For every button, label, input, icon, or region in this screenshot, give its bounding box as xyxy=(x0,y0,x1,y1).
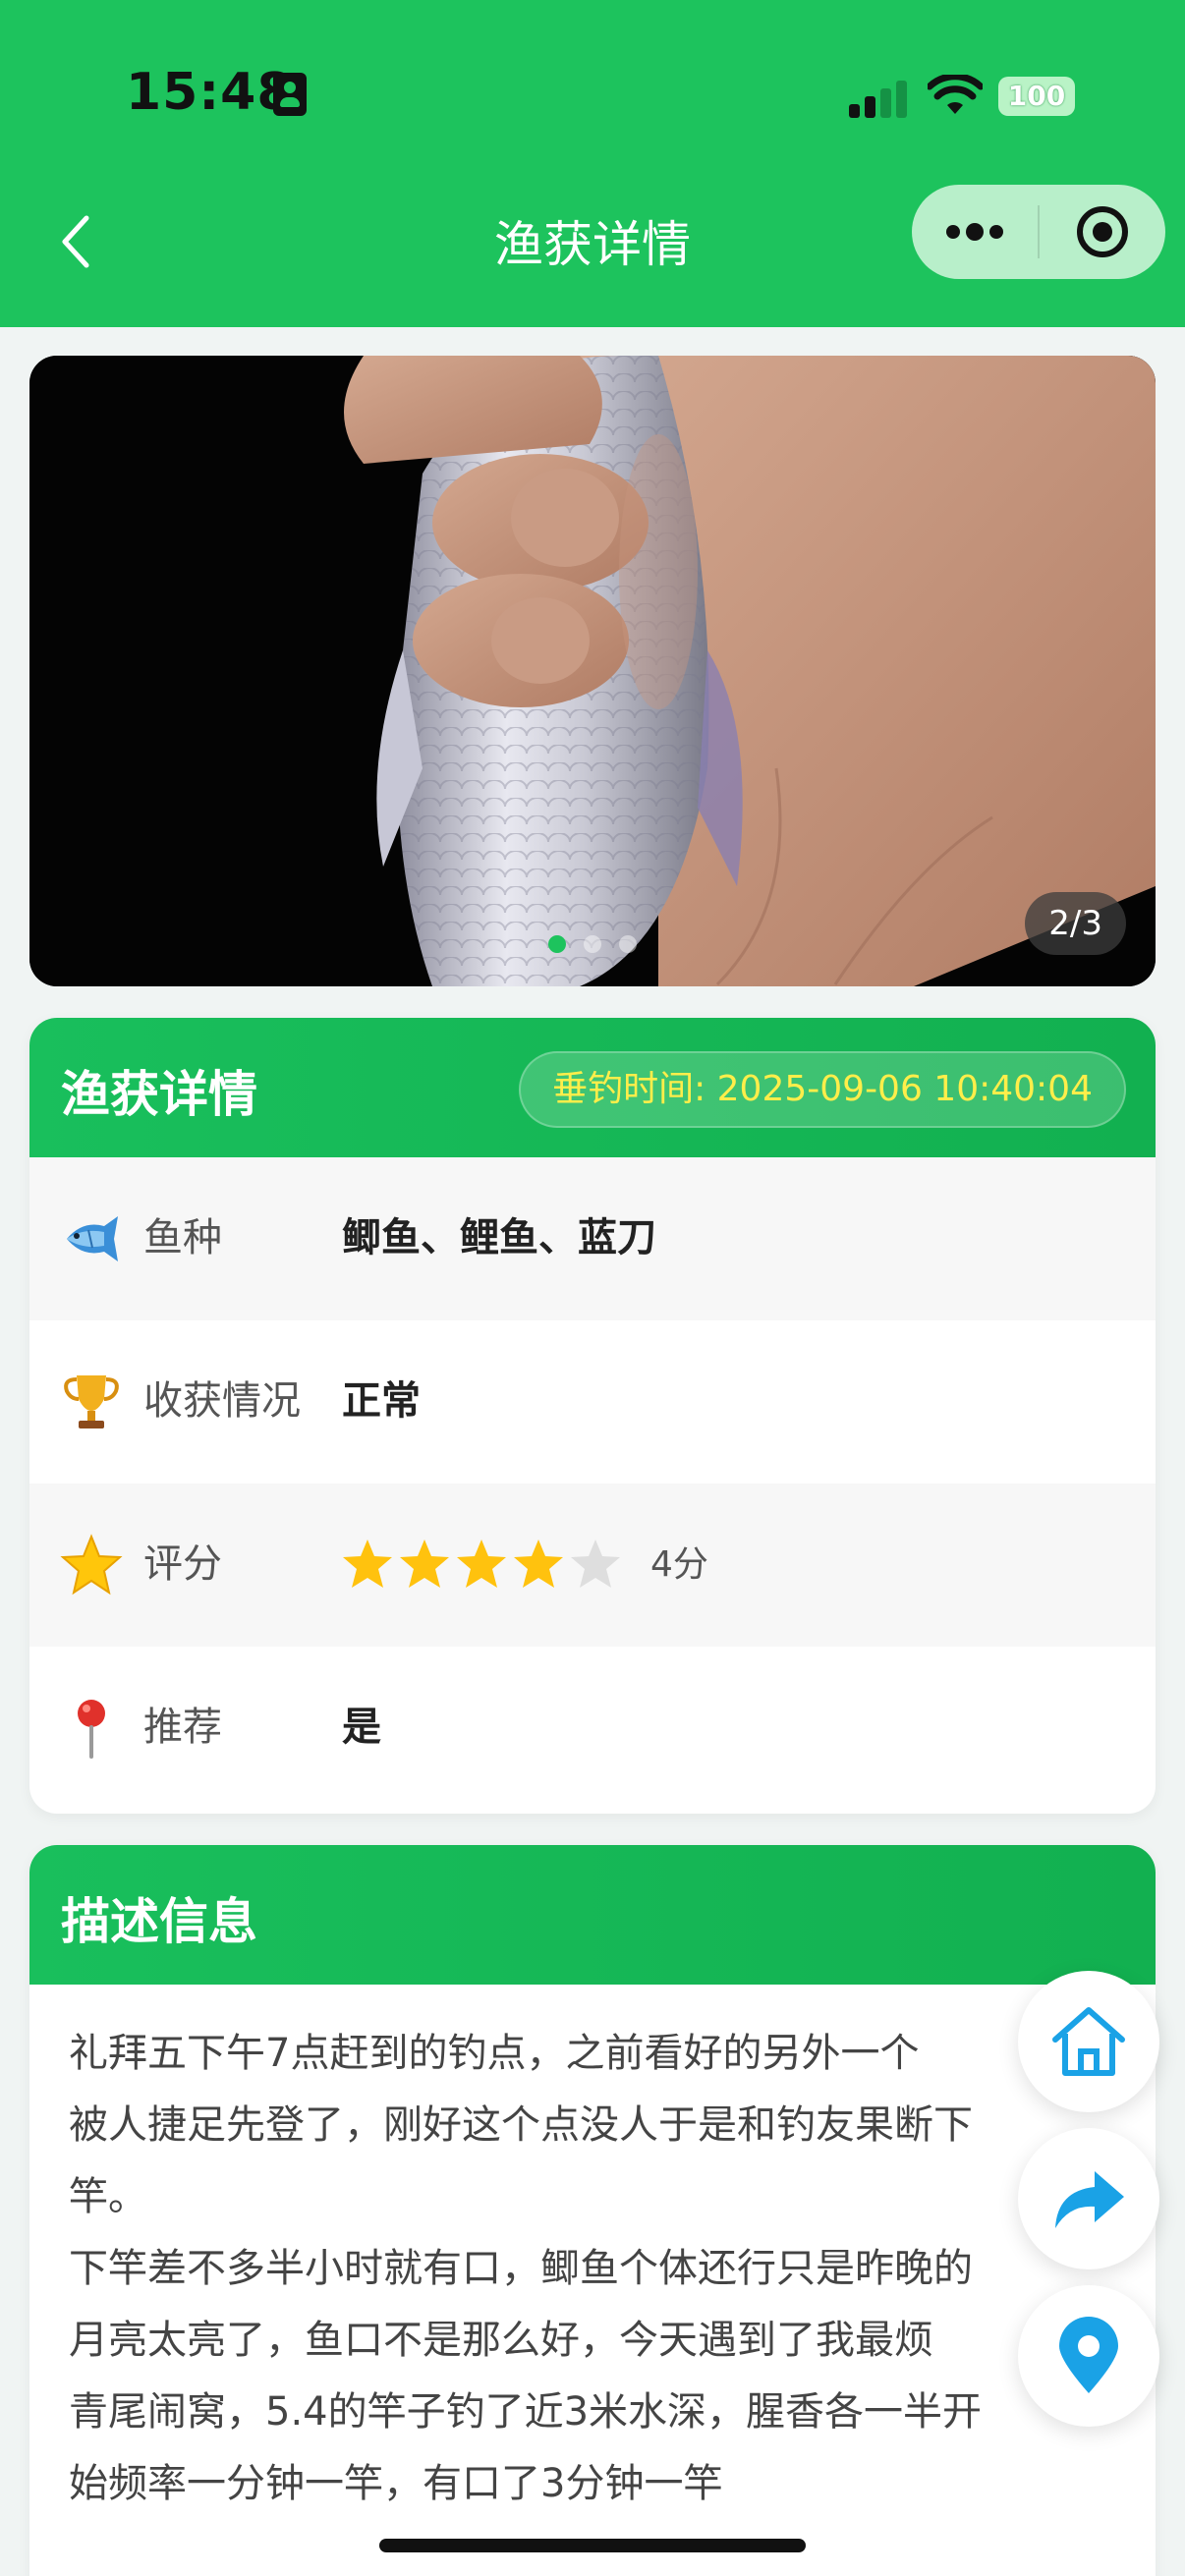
pin-icon xyxy=(78,1700,105,1759)
detail-card-header: 渔获详情 垂钓时间: 2025-09-06 10:40:04 xyxy=(29,1018,1156,1157)
detail-row-harvest: 收获情况 正常 xyxy=(29,1320,1156,1484)
battery-indicator: 100 xyxy=(998,77,1075,116)
carousel-dots xyxy=(29,935,1156,953)
description-card-title: 描述信息 xyxy=(61,1893,257,1950)
description-card: 描述信息 礼拜五下午7点赶到的钓点，之前看好的另外一个 被人捷足先登了，刚好这个… xyxy=(29,1845,1156,2576)
location-button[interactable] xyxy=(1018,2285,1159,2427)
star-filled-icon xyxy=(457,1540,506,1588)
contact-card-icon xyxy=(273,73,307,116)
rating-score: 4分 xyxy=(650,1544,708,1585)
catch-detail-card: 渔获详情 垂钓时间: 2025-09-06 10:40:04 鱼种 鲫鱼、鲤鱼、… xyxy=(29,1018,1156,1814)
share-button[interactable] xyxy=(1018,2128,1159,2269)
location-icon xyxy=(1059,2317,1118,2393)
harvest-value: 正常 xyxy=(342,1378,421,1424)
detail-row-label: 鱼种 xyxy=(143,1215,222,1260)
more-dots-icon xyxy=(946,223,1003,241)
image-counter: 2/3 xyxy=(1025,892,1126,955)
carousel-dot[interactable] xyxy=(584,935,601,953)
star-filled-icon xyxy=(514,1540,563,1588)
detail-row-label: 收获情况 xyxy=(143,1378,301,1424)
trophy-icon xyxy=(64,1375,119,1428)
detail-row-species: 鱼种 鲫鱼、鲤鱼、蓝刀 xyxy=(29,1157,1156,1320)
catch-photo xyxy=(29,356,1156,986)
home-button[interactable] xyxy=(1018,1971,1159,2112)
star-empty-icon xyxy=(571,1540,620,1588)
star-icon xyxy=(60,1534,123,1596)
battery-level: 100 xyxy=(1007,80,1066,112)
carousel-dot[interactable] xyxy=(619,935,637,953)
wifi-icon xyxy=(928,75,983,114)
species-value: 鲫鱼、鲤鱼、蓝刀 xyxy=(342,1215,656,1260)
status-bar: 15:48 100 xyxy=(0,0,1185,187)
home-indicator xyxy=(379,2539,806,2552)
detail-card-title: 渔获详情 xyxy=(61,1066,257,1123)
mini-program-capsule xyxy=(912,185,1165,279)
star-filled-icon xyxy=(343,1540,392,1588)
status-time: 15:48 xyxy=(126,63,294,122)
description-text: 礼拜五下午7点赶到的钓点，之前看好的另外一个 被人捷足先登了，刚好这个点没人于是… xyxy=(69,2031,983,2506)
detail-row-recommend: 推荐 是 xyxy=(29,1647,1156,1810)
detail-row-rating: 评分 4分 xyxy=(29,1484,1156,1647)
star-filled-icon xyxy=(400,1540,449,1588)
rating-stars xyxy=(340,1537,623,1592)
fishing-time-badge: 垂钓时间: 2025-09-06 10:40:04 xyxy=(519,1051,1126,1128)
carousel-dot[interactable] xyxy=(548,935,566,953)
close-button[interactable] xyxy=(1040,185,1165,279)
share-icon xyxy=(1055,2171,1124,2228)
more-button[interactable] xyxy=(912,185,1038,279)
target-close-icon xyxy=(1077,206,1128,257)
cellular-signal-icon xyxy=(849,79,908,118)
home-icon xyxy=(1052,2007,1125,2076)
recommend-value: 是 xyxy=(342,1705,381,1750)
detail-row-label: 评分 xyxy=(143,1541,222,1587)
header-bar: 15:48 100 渔获详情 xyxy=(0,0,1185,327)
fish-icon xyxy=(67,1216,118,1261)
detail-row-label: 推荐 xyxy=(143,1705,222,1750)
photo-carousel[interactable]: 2/3 xyxy=(29,356,1156,986)
description-card-header: 描述信息 xyxy=(29,1845,1156,1985)
